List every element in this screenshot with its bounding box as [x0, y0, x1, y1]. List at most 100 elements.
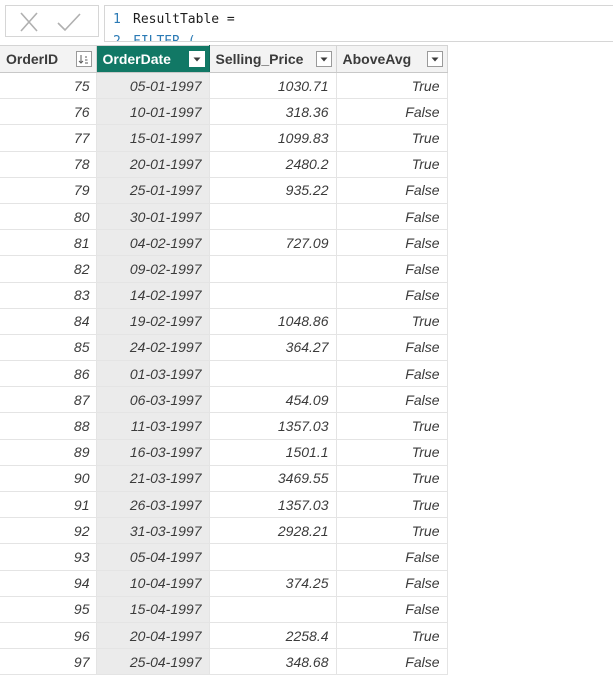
cell-selling-price[interactable]: 2928.21 [209, 517, 337, 545]
table-row[interactable]: 82 09-02-1997 False [0, 255, 448, 283]
cell-aboveavg[interactable]: True [336, 622, 448, 650]
table-row[interactable]: 91 26-03-1997 1357.03 True [0, 491, 448, 519]
cell-orderdate[interactable]: 01-03-1997 [96, 360, 210, 388]
cell-selling-price[interactable]: 348.68 [209, 648, 337, 675]
cell-orderid[interactable]: 89 [0, 439, 97, 466]
cell-aboveavg[interactable]: False [336, 98, 448, 126]
cell-orderid[interactable]: 88 [0, 412, 97, 440]
cell-selling-price[interactable] [209, 596, 337, 623]
cell-aboveavg[interactable]: False [336, 386, 448, 414]
cell-orderdate[interactable]: 14-02-1997 [96, 282, 210, 309]
cell-aboveavg[interactable]: True [336, 439, 448, 466]
cell-orderdate[interactable]: 26-03-1997 [96, 491, 210, 519]
cell-selling-price[interactable]: 364.27 [209, 334, 337, 362]
cell-orderid[interactable]: 84 [0, 308, 97, 335]
cell-aboveavg[interactable]: False [336, 203, 448, 231]
cell-orderid[interactable]: 81 [0, 229, 97, 257]
cell-selling-price[interactable] [209, 255, 337, 283]
cell-selling-price[interactable] [209, 543, 337, 571]
cell-orderdate[interactable]: 04-02-1997 [96, 229, 210, 257]
cell-orderid[interactable]: 79 [0, 177, 97, 204]
cell-orderid[interactable]: 78 [0, 151, 97, 178]
table-row[interactable]: 76 10-01-1997 318.36 False [0, 98, 448, 126]
cell-orderdate[interactable]: 15-04-1997 [96, 596, 210, 623]
cell-selling-price[interactable] [209, 282, 337, 309]
cell-orderdate[interactable]: 05-01-1997 [96, 72, 210, 100]
cell-selling-price[interactable]: 3469.55 [209, 465, 337, 493]
cell-orderdate[interactable]: 05-04-1997 [96, 543, 210, 571]
cell-orderdate[interactable]: 10-04-1997 [96, 570, 210, 597]
table-row[interactable]: 75 05-01-1997 1030.71 True [0, 72, 448, 100]
cell-orderid[interactable]: 87 [0, 386, 97, 414]
table-row[interactable]: 95 15-04-1997 False [0, 596, 448, 623]
cell-orderid[interactable]: 83 [0, 282, 97, 309]
cell-aboveavg[interactable]: False [336, 229, 448, 257]
cell-orderid[interactable]: 90 [0, 465, 97, 493]
cell-aboveavg[interactable]: True [336, 412, 448, 440]
cell-orderdate[interactable]: 25-01-1997 [96, 177, 210, 204]
cell-orderid[interactable]: 94 [0, 570, 97, 597]
cell-orderid[interactable]: 75 [0, 72, 97, 100]
cell-selling-price[interactable]: 1357.03 [209, 412, 337, 440]
cell-selling-price[interactable]: 1357.03 [209, 491, 337, 519]
cell-orderdate[interactable]: 15-01-1997 [96, 124, 210, 152]
cell-aboveavg[interactable]: True [336, 308, 448, 335]
cell-aboveavg[interactable]: False [336, 648, 448, 675]
cell-orderdate[interactable]: 31-03-1997 [96, 517, 210, 545]
cell-aboveavg[interactable]: True [336, 491, 448, 519]
cell-selling-price[interactable]: 1030.71 [209, 72, 337, 100]
cell-aboveavg[interactable]: True [336, 517, 448, 545]
cell-orderdate[interactable]: 06-03-1997 [96, 386, 210, 414]
cell-orderdate[interactable]: 25-04-1997 [96, 648, 210, 675]
cell-selling-price[interactable]: 2480.2 [209, 151, 337, 178]
cell-orderdate[interactable]: 19-02-1997 [96, 308, 210, 335]
column-header-aboveavg[interactable]: AboveAvg [336, 45, 448, 73]
cell-orderdate[interactable]: 16-03-1997 [96, 439, 210, 466]
table-row[interactable]: 83 14-02-1997 False [0, 282, 448, 309]
table-row[interactable]: 86 01-03-1997 False [0, 360, 448, 388]
cell-aboveavg[interactable]: False [336, 596, 448, 623]
table-row[interactable]: 94 10-04-1997 374.25 False [0, 570, 448, 597]
dropdown-arrow-icon[interactable] [315, 51, 332, 67]
table-row[interactable]: 77 15-01-1997 1099.83 True [0, 124, 448, 152]
cell-orderid[interactable]: 96 [0, 622, 97, 650]
cell-selling-price[interactable]: 1048.86 [209, 308, 337, 335]
cell-orderid[interactable]: 86 [0, 360, 97, 388]
cell-aboveavg[interactable]: False [336, 360, 448, 388]
cell-orderdate[interactable]: 11-03-1997 [96, 412, 210, 440]
cell-aboveavg[interactable]: False [336, 255, 448, 283]
table-row[interactable]: 97 25-04-1997 348.68 False [0, 648, 448, 675]
table-row[interactable]: 84 19-02-1997 1048.86 True [0, 308, 448, 335]
cell-orderid[interactable]: 80 [0, 203, 97, 231]
sort-icon[interactable] [75, 51, 92, 67]
dropdown-arrow-icon[interactable] [188, 51, 205, 67]
table-row[interactable]: 80 30-01-1997 False [0, 203, 448, 231]
cell-selling-price[interactable] [209, 360, 337, 388]
table-row[interactable]: 93 05-04-1997 False [0, 543, 448, 571]
cell-aboveavg[interactable]: False [336, 177, 448, 204]
cell-aboveavg[interactable]: False [336, 543, 448, 571]
cell-aboveavg[interactable]: True [336, 124, 448, 152]
cell-orderid[interactable]: 82 [0, 255, 97, 283]
cell-orderid[interactable]: 97 [0, 648, 97, 675]
table-row[interactable]: 78 20-01-1997 2480.2 True [0, 151, 448, 178]
cell-orderid[interactable]: 77 [0, 124, 97, 152]
cell-orderdate[interactable]: 24-02-1997 [96, 334, 210, 362]
table-row[interactable]: 92 31-03-1997 2928.21 True [0, 517, 448, 545]
cell-aboveavg[interactable]: False [336, 282, 448, 309]
dropdown-arrow-icon[interactable] [426, 51, 443, 67]
cell-aboveavg[interactable]: True [336, 72, 448, 100]
table-row[interactable]: 89 16-03-1997 1501.1 True [0, 439, 448, 466]
table-row[interactable]: 90 21-03-1997 3469.55 True [0, 465, 448, 493]
table-row[interactable]: 81 04-02-1997 727.09 False [0, 229, 448, 257]
cell-orderid[interactable]: 95 [0, 596, 97, 623]
cell-aboveavg[interactable]: False [336, 334, 448, 362]
cell-selling-price[interactable]: 935.22 [209, 177, 337, 204]
cell-selling-price[interactable]: 2258.4 [209, 622, 337, 650]
cell-selling-price[interactable]: 727.09 [209, 229, 337, 257]
cell-orderid[interactable]: 76 [0, 98, 97, 126]
cell-orderdate[interactable]: 21-03-1997 [96, 465, 210, 493]
cell-orderdate[interactable]: 10-01-1997 [96, 98, 210, 126]
cell-selling-price[interactable]: 374.25 [209, 570, 337, 597]
cell-aboveavg[interactable]: True [336, 465, 448, 493]
